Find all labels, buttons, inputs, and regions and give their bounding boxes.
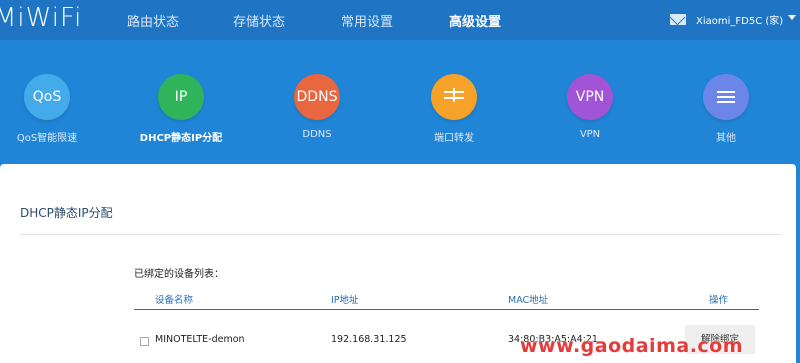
tool-others[interactable]: 其他 bbox=[671, 74, 781, 144]
tool-port-forward[interactable]: 端口转发 bbox=[399, 74, 509, 144]
vpn-icon: VPN bbox=[567, 74, 613, 120]
nav-common-settings[interactable]: 常用设置 bbox=[341, 11, 393, 30]
ip-icon: IP bbox=[158, 74, 204, 120]
nav-advanced-settings[interactable]: 高级设置 bbox=[449, 11, 501, 30]
port-forward-icon bbox=[431, 74, 477, 120]
column-header-device-name: 设备名称 bbox=[155, 295, 194, 306]
panel-title: DHCP静态IP分配 bbox=[20, 206, 113, 220]
router-name-label[interactable]: Xiaomi_FD5C (家) bbox=[696, 12, 783, 27]
table-header-divider bbox=[134, 309, 759, 310]
menu-icon bbox=[703, 74, 749, 120]
tool-vpn[interactable]: VPN VPN bbox=[535, 74, 645, 140]
top-navigation-bar: MiWiFi 路由状态 存储状态 常用设置 高级设置 Xiaomi_FD5C (… bbox=[0, 0, 800, 40]
nav-router-status[interactable]: 路由状态 bbox=[127, 11, 179, 30]
ddns-icon: DDNS bbox=[294, 74, 340, 120]
tool-ddns[interactable]: DDNS DDNS bbox=[262, 74, 372, 140]
bound-devices-heading: 已绑定的设备列表： bbox=[134, 269, 224, 280]
tool-port-forward-label: 端口转发 bbox=[434, 133, 474, 144]
column-header-mac: MAC地址 bbox=[508, 295, 549, 306]
watermark-text: www.gaodaima.com bbox=[520, 335, 744, 357]
tool-dhcp-static-ip[interactable]: IP DHCP静态IP分配 bbox=[126, 74, 236, 144]
tool-qos[interactable]: QoS QoS智能限速 bbox=[0, 74, 102, 144]
tool-vpn-label: VPN bbox=[579, 129, 601, 140]
divider bbox=[20, 234, 782, 235]
ip-address-cell: 192.168.31.125 bbox=[331, 334, 407, 345]
mail-icon[interactable] bbox=[670, 14, 686, 25]
miwifi-logo: MiWiFi bbox=[0, 3, 83, 33]
column-header-action: 操作 bbox=[709, 295, 729, 306]
tool-qos-label: QoS智能限速 bbox=[16, 133, 78, 144]
row-checkbox[interactable] bbox=[140, 337, 149, 346]
column-header-ip: IP地址 bbox=[331, 295, 359, 306]
advanced-settings-toolbar: QoS QoS智能限速 IP DHCP静态IP分配 DDNS DDNS 端口转发… bbox=[0, 40, 800, 175]
tool-others-label: 其他 bbox=[716, 133, 736, 144]
device-name-cell: MINOTELTE-demon bbox=[155, 334, 245, 345]
chevron-down-icon[interactable] bbox=[788, 15, 796, 20]
qos-icon: QoS bbox=[24, 74, 70, 120]
dhcp-static-ip-panel: DHCP静态IP分配 已绑定的设备列表： 设备名称 IP地址 MAC地址 操作 … bbox=[0, 164, 796, 363]
nav-storage-status[interactable]: 存储状态 bbox=[233, 11, 285, 30]
tool-ddns-label: DDNS bbox=[302, 129, 332, 140]
tool-dhcp-label: DHCP静态IP分配 bbox=[139, 133, 223, 144]
